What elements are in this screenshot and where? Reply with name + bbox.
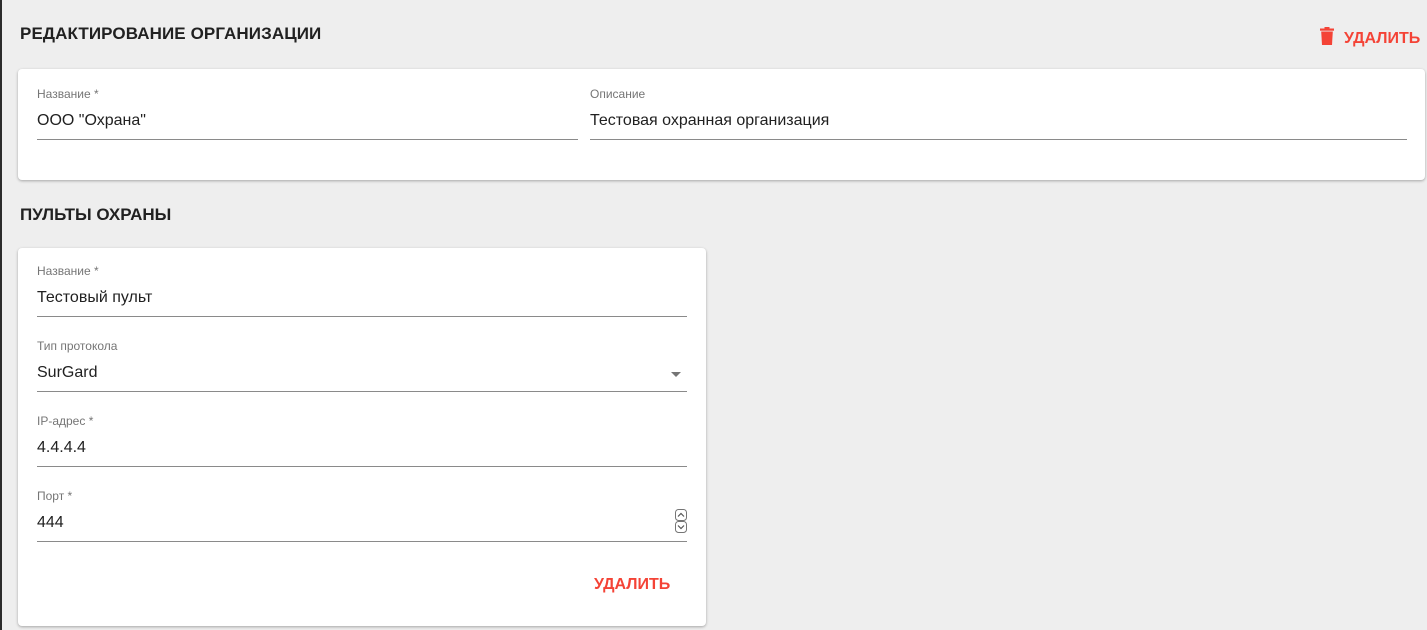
console-name-value[interactable]: Тестовый пульт [37, 289, 152, 307]
console-card: Название * Тестовый пульт Тип протокола … [18, 248, 706, 626]
field-underline [37, 541, 687, 542]
window-left-edge [0, 0, 2, 630]
field-underline [37, 316, 687, 317]
port-stepper[interactable] [675, 509, 687, 533]
delete-console-button[interactable]: УДАЛИТЬ [594, 576, 670, 594]
field-underline [37, 139, 578, 140]
section-title-consoles: ПУЛЬТЫ ОХРАНЫ [20, 205, 172, 224]
ip-address-label: IP-адрес * [37, 414, 94, 428]
page-title: РЕДАКТИРОВАНИЕ ОРГАНИЗАЦИИ [20, 24, 322, 43]
ip-address-value[interactable]: 4.4.4.4 [37, 439, 86, 457]
organization-card: Название * ООО "Охрана" Описание Тестова… [18, 69, 1425, 180]
protocol-value[interactable]: SurGard [37, 364, 97, 382]
organization-name-value[interactable]: ООО "Охрана" [37, 112, 146, 130]
chevron-down-icon[interactable] [671, 372, 681, 377]
field-underline [590, 139, 1407, 140]
port-value[interactable]: 444 [37, 514, 64, 532]
trash-icon [1320, 27, 1334, 50]
protocol-label: Тип протокола [37, 339, 118, 353]
console-name-label: Название * [37, 264, 99, 278]
delete-organization-button[interactable]: УДАЛИТЬ [1320, 27, 1420, 50]
delete-organization-label: УДАЛИТЬ [1344, 29, 1421, 47]
organization-name-label: Название * [37, 87, 99, 101]
port-label: Порт * [37, 489, 73, 503]
field-underline [37, 466, 687, 467]
organization-description-label: Описание [590, 87, 646, 101]
field-underline [37, 391, 687, 392]
organization-description-value[interactable]: Тестовая охранная организация [590, 112, 829, 130]
